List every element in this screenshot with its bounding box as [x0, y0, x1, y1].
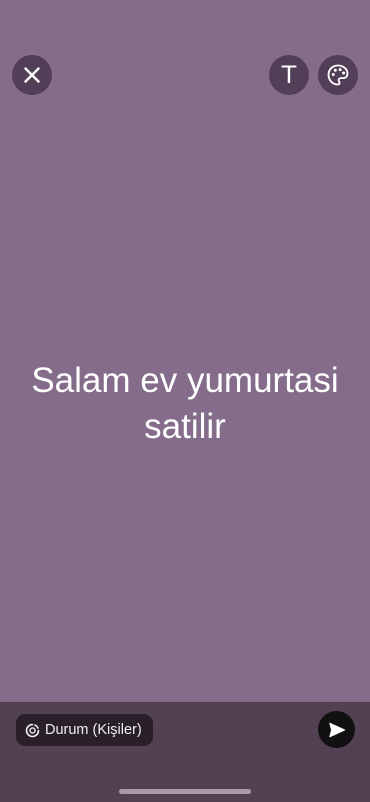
close-button[interactable] [12, 55, 52, 95]
send-button[interactable] [318, 711, 355, 748]
color-palette-button[interactable] [318, 55, 358, 95]
audience-selector-button[interactable]: Durum (Kişiler) [16, 714, 153, 746]
audience-label: Durum (Kişiler) [45, 722, 142, 738]
status-text[interactable]: Salam ev yumurtasi satilir [15, 358, 355, 450]
close-icon [24, 67, 40, 83]
bottom-bar: Durum (Kişiler) [0, 702, 370, 802]
status-ring-icon [25, 723, 40, 738]
text-tool-button[interactable]: T [269, 55, 309, 95]
text-tool-icon: T [281, 61, 297, 89]
status-canvas[interactable]: T Salam ev yumurtasi satilir [0, 0, 370, 702]
send-icon [328, 722, 345, 737]
home-indicator [119, 789, 251, 794]
palette-icon [327, 64, 349, 86]
